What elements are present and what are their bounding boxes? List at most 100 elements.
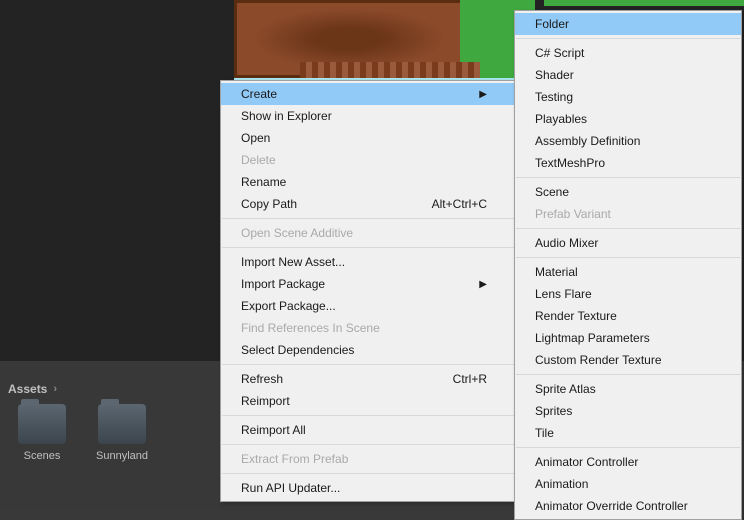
menu-item-label: Testing	[535, 90, 573, 104]
menu-item-label: Open	[241, 131, 270, 145]
create-submenu-item[interactable]: Sprites	[515, 400, 741, 422]
create-submenu-item[interactable]: Animation	[515, 473, 741, 495]
menu-separator	[222, 247, 514, 248]
context-menu-item[interactable]: Export Package...	[221, 295, 515, 317]
menu-shortcut: Alt+Ctrl+C	[392, 197, 487, 211]
submenu-arrow-icon: ▶	[459, 89, 487, 100]
create-submenu-item[interactable]: Lens Flare	[515, 283, 741, 305]
menu-item-label: Render Texture	[535, 309, 617, 323]
create-submenu-item[interactable]: Material	[515, 261, 741, 283]
menu-item-label: Animator Controller	[535, 455, 638, 469]
menu-separator	[222, 364, 514, 365]
create-submenu-item[interactable]: Assembly Definition	[515, 130, 741, 152]
menu-separator	[222, 415, 514, 416]
menu-item-label: Playables	[535, 112, 587, 126]
menu-shortcut: Ctrl+R	[413, 372, 487, 386]
menu-item-label: Folder	[535, 17, 569, 31]
create-submenu-item[interactable]: Playables	[515, 108, 741, 130]
create-submenu-item[interactable]: C# Script	[515, 42, 741, 64]
menu-item-label: Animator Override Controller	[535, 499, 688, 513]
context-menu-item[interactable]: Import New Asset...	[221, 251, 515, 273]
create-submenu-item[interactable]: Scene	[515, 181, 741, 203]
create-submenu-item[interactable]: TextMeshPro	[515, 152, 741, 174]
menu-item-label: Sprites	[535, 404, 572, 418]
menu-separator	[516, 374, 740, 375]
menu-item-label: Select Dependencies	[241, 343, 354, 357]
menu-separator	[222, 218, 514, 219]
context-menu-item[interactable]: Refresh Ctrl+R	[221, 368, 515, 390]
menu-item-label: Reimport	[241, 394, 290, 408]
menu-item-label: Lens Flare	[535, 287, 592, 301]
assets-folder-grid: Scenes Sunnyland	[12, 404, 152, 462]
menu-item-label: C# Script	[535, 46, 584, 60]
menu-item-label: Lightmap Parameters	[535, 331, 650, 345]
context-menu-item[interactable]: Run API Updater...	[221, 477, 515, 499]
context-menu-item[interactable]: Reimport	[221, 390, 515, 412]
menu-item-label: Reimport All	[241, 423, 306, 437]
folder-scenes[interactable]: Scenes	[12, 404, 72, 462]
create-submenu-item[interactable]: Folder	[515, 13, 741, 35]
menu-item-label: Scene	[535, 185, 569, 199]
menu-separator	[222, 473, 514, 474]
create-submenu-item[interactable]: Tile	[515, 422, 741, 444]
menu-item-label: Audio Mixer	[535, 236, 598, 250]
context-menu-item[interactable]: Reimport All	[221, 419, 515, 441]
menu-item-label: Delete	[241, 153, 276, 167]
create-submenu-item[interactable]: Animator Controller	[515, 451, 741, 473]
context-menu-item[interactable]: Open	[221, 127, 515, 149]
menu-item-label: Sprite Atlas	[535, 382, 596, 396]
create-submenu-item[interactable]: Testing	[515, 86, 741, 108]
folder-icon	[18, 404, 66, 444]
menu-separator	[516, 177, 740, 178]
create-submenu-item[interactable]: Shader	[515, 64, 741, 86]
create-submenu-item: Prefab Variant	[515, 203, 741, 225]
context-menu-item[interactable]: Import Package▶	[221, 273, 515, 295]
scene-top-strip	[544, 0, 744, 6]
context-menu-item: Open Scene Additive	[221, 222, 515, 244]
folder-icon	[98, 404, 146, 444]
menu-separator	[222, 444, 514, 445]
context-menu-item: Delete	[221, 149, 515, 171]
context-menu-item: Extract From Prefab	[221, 448, 515, 470]
menu-item-label: Create	[241, 87, 277, 101]
menu-item-label: Import New Asset...	[241, 255, 345, 269]
chevron-right-icon: ›	[53, 383, 57, 395]
assets-label: Assets	[8, 382, 47, 396]
context-menu-item[interactable]: Select Dependencies	[221, 339, 515, 361]
menu-item-label: Assembly Definition	[535, 134, 640, 148]
menu-separator	[516, 257, 740, 258]
context-menu-item[interactable]: Rename	[221, 171, 515, 193]
context-menu-item[interactable]: Copy Path Alt+Ctrl+C	[221, 193, 515, 215]
menu-item-label: TextMeshPro	[535, 156, 605, 170]
menu-item-label: Export Package...	[241, 299, 336, 313]
create-submenu: Folder C# Script Shader Testing Playables Ass…	[514, 10, 742, 520]
folder-label: Scenes	[24, 450, 61, 462]
menu-separator	[516, 228, 740, 229]
create-submenu-item[interactable]: Custom Render Texture	[515, 349, 741, 371]
create-submenu-item[interactable]: Audio Mixer	[515, 232, 741, 254]
menu-item-label: Rename	[241, 175, 286, 189]
menu-item-label: Tile	[535, 426, 554, 440]
folder-label: Sunnyland	[96, 450, 148, 462]
menu-item-label: Extract From Prefab	[241, 452, 348, 466]
menu-item-label: Custom Render Texture	[535, 353, 662, 367]
menu-item-label: Shader	[535, 68, 574, 82]
create-submenu-item[interactable]: Animator Override Controller	[515, 495, 741, 517]
context-menu: Create ▶ Show in Explorer Open Delete Rename C…	[220, 80, 516, 502]
context-menu-item: Find References In Scene	[221, 317, 515, 339]
create-submenu-item[interactable]: Lightmap Parameters	[515, 327, 741, 349]
context-menu-item[interactable]: Create ▶	[221, 83, 515, 105]
assets-breadcrumb[interactable]: Assets ›	[8, 382, 57, 396]
create-submenu-item[interactable]: Sprite Atlas	[515, 378, 741, 400]
create-submenu-item[interactable]: Render Texture	[515, 305, 741, 327]
folder-sunnyland[interactable]: Sunnyland	[92, 404, 152, 462]
menu-item-label: Import Package	[241, 277, 325, 291]
menu-item-label: Refresh	[241, 372, 283, 386]
scene-rocks	[300, 62, 480, 78]
menu-item-label: Open Scene Additive	[241, 226, 353, 240]
context-menu-item[interactable]: Show in Explorer	[221, 105, 515, 127]
menu-item-label: Run API Updater...	[241, 481, 340, 495]
menu-separator	[516, 447, 740, 448]
menu-item-label: Copy Path	[241, 197, 297, 211]
menu-item-label: Show in Explorer	[241, 109, 332, 123]
